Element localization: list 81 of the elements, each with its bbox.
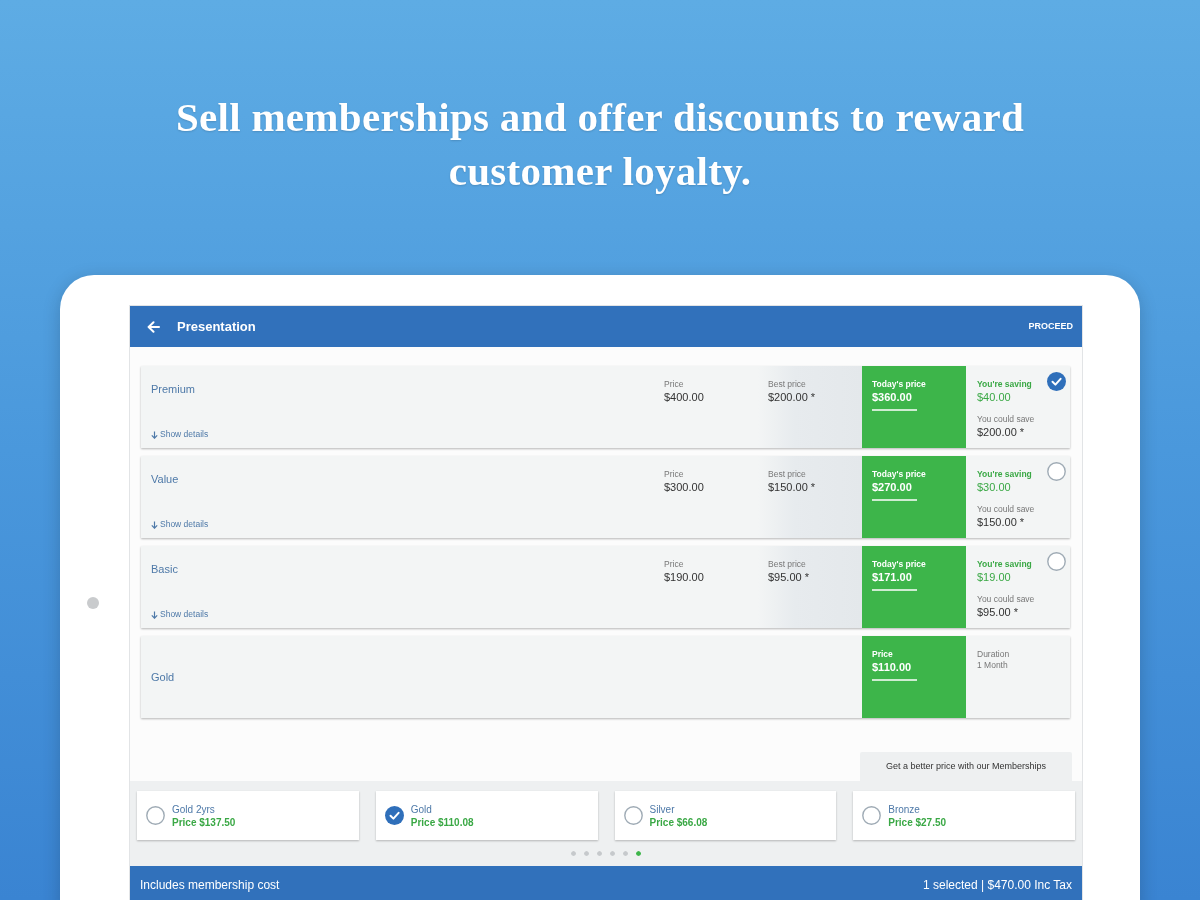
saving-label: You're saving	[977, 379, 1033, 390]
membership-name: Silver	[649, 802, 676, 816]
todays-price-label: Today's price	[872, 469, 927, 480]
membership-card[interactable]: Gold Price $110.08	[375, 791, 598, 840]
show-details-link[interactable]: Show details	[151, 428, 209, 441]
memberships-tab[interactable]: Get a better price with our Memberships	[860, 752, 1072, 781]
saving-label: You're saving	[977, 469, 1033, 480]
price-value: $110.00	[872, 660, 913, 675]
pager-dot-icon[interactable]	[584, 851, 589, 856]
best-price-label: Best price	[768, 379, 807, 390]
could-save-label: You could save	[977, 414, 1035, 425]
todays-price-value: $360.00	[872, 390, 913, 405]
duration-value: 1 Month	[977, 660, 1009, 671]
radio-button[interactable]	[623, 806, 643, 825]
duration-label: Duration	[977, 649, 1011, 660]
could-save-value: $200.00 *	[977, 425, 1026, 440]
plan-card[interactable]: Gold Price $110.00 Duration 1 Month	[141, 636, 1070, 718]
plan-card[interactable]: Value Show details Price $300.00 Best price $150.00 * Today's price $270.00 You're saving $30.00 You could save $150.00 *	[141, 456, 1070, 538]
could-save-label: You could save	[977, 594, 1035, 605]
saving-value: $30.00	[977, 480, 1012, 495]
price-label: Price	[664, 379, 685, 390]
todays-price-value: $171.00	[872, 570, 913, 585]
membership-price: Price $137.50	[172, 815, 236, 829]
plan-name: Basic	[151, 562, 178, 577]
pager-dot-icon[interactable]	[636, 851, 641, 856]
price-value: $400.00	[664, 390, 705, 405]
pager-dot-icon[interactable]	[571, 851, 576, 856]
todays-price-value: $270.00	[872, 480, 913, 495]
arrow-down-icon	[151, 430, 158, 439]
radio-button[interactable]	[384, 806, 404, 825]
plan-name: Value	[151, 472, 179, 487]
membership-name: Gold 2yrs	[172, 802, 216, 816]
footer-summary: 1 selected | $470.00 Inc Tax	[923, 877, 1072, 894]
membership-card[interactable]: Silver Price $66.08	[614, 791, 837, 840]
plan-name: Gold	[151, 669, 175, 685]
radio-button[interactable]	[146, 806, 165, 825]
plan-card[interactable]: Premium Show details Price $400.00 Best price $200.00 * Today's price $360.00 You're saving $40.00 You could save $200.00 *	[141, 366, 1070, 448]
could-save-label: You could save	[977, 504, 1035, 515]
best-price-value: $200.00 *	[768, 390, 817, 405]
saving-value: $19.00	[977, 570, 1012, 585]
membership-price: Price $27.50	[888, 815, 947, 829]
plan-name: Premium	[151, 382, 195, 397]
saving-value: $40.00	[977, 390, 1012, 405]
membership-price: Price $110.08	[410, 815, 474, 829]
pager-dot-icon[interactable]	[610, 851, 615, 856]
proceed-button[interactable]: PROCEED	[1028, 317, 1073, 336]
best-price-value: $150.00 *	[768, 480, 817, 495]
price-label: Price	[664, 469, 685, 480]
headline: Sell memberships and offer discounts to reward customer loyalty.	[174, 93, 1026, 196]
footer-note: Includes membership cost	[140, 877, 280, 894]
show-details-link[interactable]: Show details	[151, 608, 209, 621]
radio-button[interactable]	[862, 806, 882, 825]
todays-price-label: Today's price	[872, 559, 927, 570]
membership-card[interactable]: Gold 2yrs Price $137.50	[137, 791, 359, 840]
membership-name: Bronze	[888, 802, 921, 816]
saving-label: You're saving	[977, 559, 1033, 570]
arrow-down-icon	[151, 610, 158, 619]
best-price-label: Best price	[768, 469, 807, 480]
radio-button[interactable]	[1047, 462, 1066, 481]
membership-name: Gold	[410, 802, 433, 816]
home-button-icon	[87, 597, 99, 609]
back-arrow-icon[interactable]	[147, 320, 160, 333]
could-save-value: $95.00 *	[977, 605, 1019, 620]
could-save-value: $150.00 *	[977, 515, 1026, 530]
price-label: Price	[664, 559, 685, 570]
best-price-label: Best price	[768, 559, 807, 570]
plan-card[interactable]: Basic Show details Price $190.00 Best price $95.00 * Today's price $171.00 You're saving $19.00 You could save $95.00 *	[141, 546, 1070, 628]
best-price-value: $95.00 *	[768, 570, 810, 585]
radio-button[interactable]	[1047, 552, 1066, 571]
membership-card[interactable]: Bronze Price $27.50	[853, 791, 1075, 840]
screen-title: Presentation	[177, 317, 256, 336]
membership-price: Price $66.08	[649, 815, 708, 829]
arrow-down-icon	[151, 520, 158, 529]
radio-button[interactable]	[1047, 372, 1066, 391]
show-details-link[interactable]: Show details	[151, 518, 209, 531]
pager-dot-icon[interactable]	[597, 851, 602, 856]
price-label: Price	[872, 649, 894, 660]
pager-dot-icon[interactable]	[623, 851, 628, 856]
todays-price-label: Today's price	[872, 379, 927, 390]
price-value: $190.00	[664, 570, 705, 585]
price-value: $300.00	[664, 480, 705, 495]
